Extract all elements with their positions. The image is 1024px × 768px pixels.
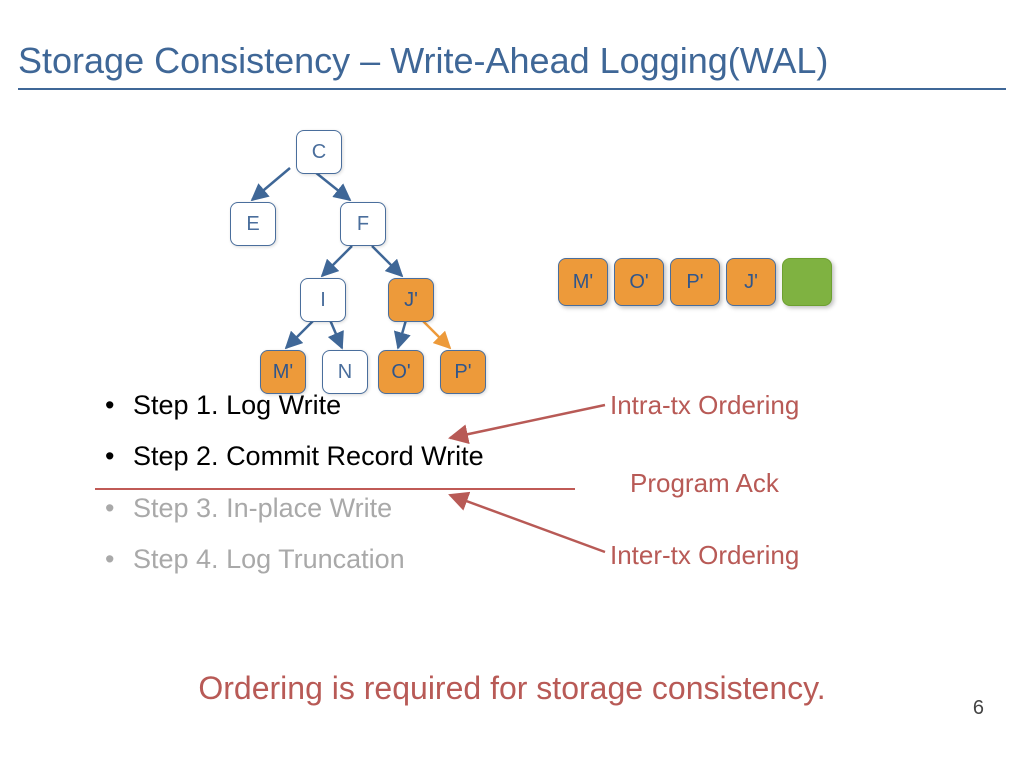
node-Jp: J' bbox=[388, 278, 434, 322]
bottom-message: Ordering is required for storage consist… bbox=[0, 670, 1024, 707]
label-intra: Intra-tx Ordering bbox=[610, 390, 799, 421]
step-3: Step 3. In-place Write bbox=[133, 483, 392, 534]
node-C: C bbox=[296, 130, 342, 174]
log-Mp: M' bbox=[558, 258, 608, 306]
title-underline bbox=[18, 88, 1006, 90]
node-F: F bbox=[340, 202, 386, 246]
annotation-arrows bbox=[420, 380, 620, 580]
log-Jp: J' bbox=[726, 258, 776, 306]
log-Op: O' bbox=[614, 258, 664, 306]
log-Pp: P' bbox=[670, 258, 720, 306]
step-1: Step 1. Log Write bbox=[133, 380, 341, 431]
tree-diagram: C E F I J' M' N O' P' bbox=[230, 130, 530, 380]
log-commit bbox=[782, 258, 832, 306]
step-4: Step 4. Log Truncation bbox=[133, 534, 405, 585]
node-E: E bbox=[230, 202, 276, 246]
node-I: I bbox=[300, 278, 346, 322]
slide-title: Storage Consistency – Write-Ahead Loggin… bbox=[0, 0, 1024, 88]
page-number: 6 bbox=[973, 697, 984, 720]
log-row: M' O' P' J' bbox=[558, 258, 832, 306]
label-ack: Program Ack bbox=[630, 468, 779, 499]
label-inter: Inter-tx Ordering bbox=[610, 540, 799, 571]
